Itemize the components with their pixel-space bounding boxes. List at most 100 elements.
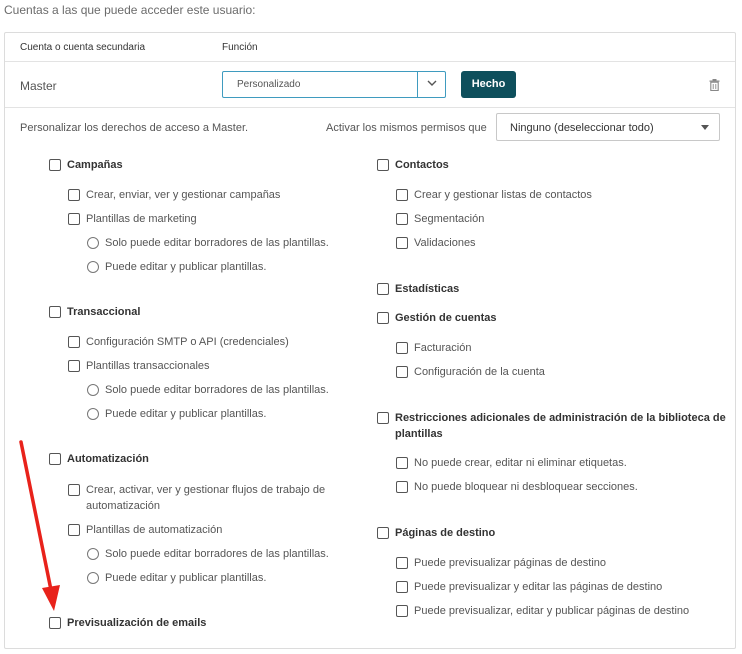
checkbox-automation-workflows[interactable]: Crear, activar, ver y gestionar flujos d… <box>68 482 325 514</box>
radio-transactional-edit-publish[interactable]: Puede editar y publicar plantillas. <box>87 406 266 422</box>
checkbox-segmentation[interactable]: Segmentación <box>396 211 484 227</box>
checkbox-icon <box>396 481 408 493</box>
checkbox-transactional[interactable]: Transaccional <box>49 304 140 320</box>
checkbox-label: Puede previsualizar páginas de destino <box>414 557 607 569</box>
checkbox-contact-lists[interactable]: Crear y gestionar listas de contactos <box>396 187 592 203</box>
checkbox-icon <box>396 237 408 249</box>
checkbox-label: Campañas <box>67 159 123 171</box>
checkbox-icon <box>396 213 408 225</box>
checkbox-account-management[interactable]: Gestión de cuentas <box>377 310 496 326</box>
caret-down-icon <box>701 125 709 130</box>
checkbox-icon <box>49 306 61 318</box>
checkbox-campaigns-create[interactable]: Crear, enviar, ver y gestionar campañas <box>68 187 280 203</box>
checkbox-statistics[interactable]: Estadísticas <box>377 281 459 297</box>
select-divider <box>417 72 418 97</box>
radio-label: Solo puede editar borradores de las plan… <box>105 237 329 249</box>
checkbox-label: Plantillas transaccionales <box>86 360 210 372</box>
done-button[interactable]: Hecho <box>461 71 516 98</box>
checkbox-label: Plantillas de marketing <box>86 213 197 225</box>
checkbox-label: Estadísticas <box>395 283 460 295</box>
checkbox-icon <box>396 581 408 593</box>
label-line: automatización <box>86 500 160 512</box>
checkbox-contacts[interactable]: Contactos <box>377 157 449 173</box>
checkbox-icon <box>68 213 80 225</box>
radio-label: Solo puede editar borradores de las plan… <box>105 548 329 560</box>
label-line: plantillas <box>395 428 443 440</box>
label-line: Crear, activar, ver y gestionar flujos d… <box>86 484 326 496</box>
checkbox-landing-preview-edit[interactable]: Puede previsualizar y editar las páginas… <box>396 579 662 595</box>
radio-icon <box>87 384 99 396</box>
checkbox-label: Restricciones adicionales de administrac… <box>395 410 726 442</box>
radio-marketing-only-drafts[interactable]: Solo puede editar borradores de las plan… <box>87 235 329 251</box>
checkbox-landing-pages[interactable]: Páginas de destino <box>377 525 495 541</box>
checkbox-icon <box>68 524 80 536</box>
checkbox-transactional-templates[interactable]: Plantillas transaccionales <box>68 358 210 374</box>
radio-automation-only-drafts[interactable]: Solo puede editar borradores de las plan… <box>87 546 329 562</box>
checkbox-label: Segmentación <box>414 213 485 225</box>
checkbox-icon <box>396 557 408 569</box>
checkbox-icon <box>49 159 61 171</box>
checkbox-label: Crear y gestionar listas de contactos <box>414 189 592 201</box>
radio-label: Puede editar y publicar plantillas. <box>105 261 267 273</box>
checkbox-icon <box>396 366 408 378</box>
checkbox-icon <box>396 189 408 201</box>
account-name: Master <box>20 79 57 93</box>
checkbox-validations[interactable]: Validaciones <box>396 235 476 251</box>
function-select[interactable]: Personalizado <box>222 71 446 98</box>
divider <box>5 61 735 62</box>
checkbox-library-restrictions[interactable]: Restricciones adicionales de administrac… <box>377 410 726 442</box>
checkbox-icon <box>68 189 80 201</box>
radio-label: Puede editar y publicar plantillas. <box>105 572 267 584</box>
radio-label: Solo puede editar borradores de las plan… <box>105 384 329 396</box>
checkbox-icon <box>396 457 408 469</box>
checkbox-no-sections-lock[interactable]: No puede bloquear ni desbloquear seccion… <box>396 479 638 495</box>
radio-label: Puede editar y publicar plantillas. <box>105 408 267 420</box>
radio-icon <box>87 261 99 273</box>
checkbox-label: Configuración de la cuenta <box>414 366 545 378</box>
checkbox-icon <box>377 527 389 539</box>
checkbox-label: Crear, activar, ver y gestionar flujos d… <box>86 482 325 514</box>
checkbox-icon <box>49 617 61 629</box>
checkbox-preview-emails[interactable]: Previsualización de emails <box>49 615 206 631</box>
checkbox-label: Transaccional <box>67 306 141 318</box>
radio-automation-edit-publish[interactable]: Puede editar y publicar plantillas. <box>87 570 266 586</box>
radio-marketing-edit-publish[interactable]: Puede editar y publicar plantillas. <box>87 259 266 275</box>
checkbox-account-config[interactable]: Configuración de la cuenta <box>396 364 545 380</box>
label-line: Restricciones adicionales de administrac… <box>395 412 726 424</box>
checkbox-label: Crear, enviar, ver y gestionar campañas <box>86 189 281 201</box>
checkbox-billing[interactable]: Facturación <box>396 340 471 356</box>
checkbox-landing-preview[interactable]: Puede previsualizar páginas de destino <box>396 555 606 571</box>
checkbox-icon <box>68 484 80 496</box>
checkbox-label: Configuración SMTP o API (credenciales) <box>86 336 289 348</box>
customize-text: Personalizar los derechos de acceso a Ma… <box>20 122 249 134</box>
checkbox-label: Puede previsualizar y editar las páginas… <box>414 581 663 593</box>
radio-icon <box>87 408 99 420</box>
column-header-function: Función <box>222 42 258 53</box>
checkbox-icon <box>396 605 408 617</box>
checkbox-icon <box>377 159 389 171</box>
radio-transactional-only-drafts[interactable]: Solo puede editar borradores de las plan… <box>87 382 329 398</box>
checkbox-no-tags[interactable]: No puede crear, editar ni eliminar etiqu… <box>396 455 627 471</box>
function-select-value: Personalizado <box>237 79 301 90</box>
annotation-arrow-icon <box>19 440 60 611</box>
checkbox-icon <box>396 342 408 354</box>
checkbox-landing-preview-edit-publish[interactable]: Puede previsualizar, editar y publicar p… <box>396 603 689 619</box>
same-permissions-label: Activar los mismos permisos que <box>326 122 487 134</box>
checkbox-label: Puede previsualizar, editar y publicar p… <box>414 605 690 617</box>
trash-icon[interactable] <box>709 79 720 91</box>
column-header-account: Cuenta o cuenta secundaria <box>20 42 146 53</box>
checkbox-campaigns[interactable]: Campañas <box>49 157 123 173</box>
checkbox-automation-templates[interactable]: Plantillas de automatización <box>68 522 222 538</box>
checkbox-label: Validaciones <box>414 237 476 249</box>
radio-icon <box>87 548 99 560</box>
checkbox-label: Automatización <box>67 453 149 465</box>
checkbox-marketing-templates[interactable]: Plantillas de marketing <box>68 211 197 227</box>
divider <box>5 107 735 108</box>
checkbox-smtp-api[interactable]: Configuración SMTP o API (credenciales) <box>68 334 289 350</box>
checkbox-icon <box>377 283 389 295</box>
intro-text: Cuentas a las que puede acceder este usu… <box>4 3 256 17</box>
checkbox-icon <box>377 312 389 324</box>
checkbox-label: No puede bloquear ni desbloquear seccion… <box>414 481 638 493</box>
same-permissions-select[interactable]: Ninguno (deseleccionar todo) <box>496 113 720 141</box>
checkbox-label: No puede crear, editar ni eliminar etiqu… <box>414 457 627 469</box>
